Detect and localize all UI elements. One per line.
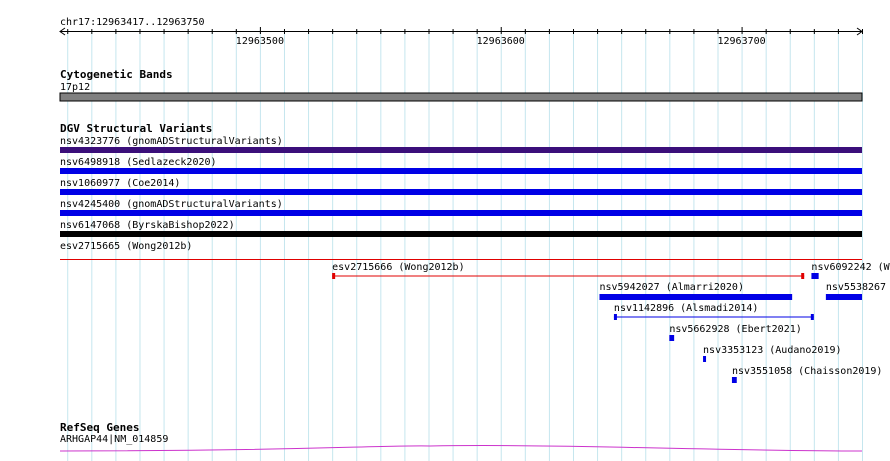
dgv-partial-variants: esv2715666 (Wong2012b) nsv6092242 (Wu2021… xyxy=(332,262,890,383)
ruler-tick-label: 12963700 xyxy=(717,36,765,47)
cytoband-label: 17p12 xyxy=(60,82,90,93)
dgv-variant-label: nsv4323776 (gnomADStructuralVariants) xyxy=(60,136,283,147)
cytoband-track-title: Cytogenetic Bands xyxy=(60,68,173,81)
dgv-variant-feature[interactable] xyxy=(60,189,862,195)
dgv-variant-feature[interactable] xyxy=(599,294,793,300)
refseq-track-title: RefSeq Genes xyxy=(60,421,139,434)
dgv-variant-label: nsv6498918 (Sedlazeck2020) xyxy=(60,157,217,168)
dgv-variant-feature[interactable] xyxy=(825,294,862,300)
dgv-variant-feature[interactable] xyxy=(60,231,862,237)
dgv-variant-label: nsv5662928 (Ebert2021) xyxy=(669,324,801,335)
dgv-variant-label: nsv5538267 (ByrskaBishop2022) xyxy=(826,282,890,293)
dgv-variant-feature[interactable] xyxy=(811,273,819,279)
dgv-variant-label: nsv4245400 (gnomADStructuralVariants) xyxy=(60,199,283,210)
dgv-variant-label: nsv5942027 (Almarri2020) xyxy=(599,282,744,293)
dgv-variant-feature[interactable] xyxy=(669,335,675,341)
dgv-variant-label: nsv6092242 (Wu2021) xyxy=(811,262,890,273)
dgv-variant-label: nsv6147068 (ByrskaBishop2022) xyxy=(60,220,235,231)
ruler[interactable]: 12963500 12963600 12963700 xyxy=(59,27,863,47)
dgv-variant-feature[interactable] xyxy=(60,168,862,174)
refseq-gene-label: ARHGAP44|NM_014859 xyxy=(60,434,168,445)
dgv-variant-feature[interactable] xyxy=(731,377,737,383)
dgv-variant-label: nsv3551058 (Chaisson2019) xyxy=(732,366,883,377)
dgv-variant-feature[interactable] xyxy=(703,356,707,362)
dgv-variant-end-cap xyxy=(810,314,814,320)
dgv-variant-end-cap xyxy=(332,273,336,279)
dgv-variant-label: esv2715666 (Wong2012b) xyxy=(332,262,464,273)
dgv-track-title: DGV Structural Variants xyxy=(60,122,212,135)
dgv-variant-label: esv2715665 (Wong2012b) xyxy=(60,241,192,252)
locus-label: chr17:12963417..12963750 xyxy=(60,17,205,28)
dgv-variant-label: nsv1142896 (Alsmadi2014) xyxy=(614,303,759,314)
dgv-variant-end-cap xyxy=(613,314,617,320)
cytoband-bar[interactable] xyxy=(59,92,863,102)
ruler-tick-label: 12963600 xyxy=(477,36,525,47)
dgv-variant-label: nsv3353123 (Audano2019) xyxy=(703,345,841,356)
genome-browser-view: chr17:12963417..12963750 12963500 1296360… xyxy=(59,17,890,461)
dgv-variant-feature[interactable] xyxy=(60,210,862,216)
dgv-variant-label: nsv1060977 (Coe2014) xyxy=(60,178,180,189)
dgv-variant-end-cap xyxy=(801,273,805,279)
dgv-variant-feature[interactable] xyxy=(60,147,862,153)
ruler-tick-label: 12963500 xyxy=(236,36,284,47)
